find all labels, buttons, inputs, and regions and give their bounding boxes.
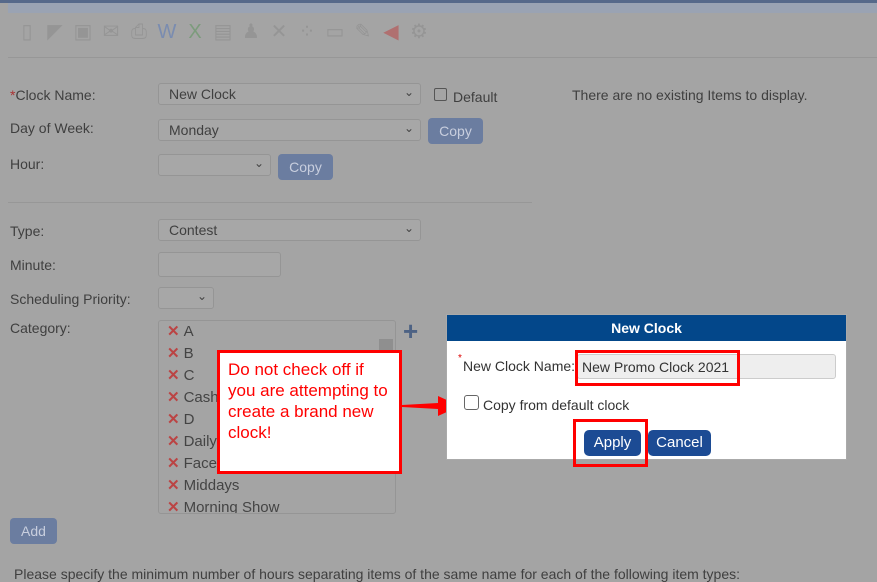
chevron-down-icon: ⌄ [403, 121, 414, 135]
settings-gear-icon[interactable]: ⚙ [408, 20, 430, 44]
new-clock-name-label: New Clock Name: [463, 358, 576, 374]
word-export-icon[interactable]: W [156, 20, 178, 44]
day-select[interactable]: Monday ⌄ [158, 119, 421, 141]
category-name: B [183, 345, 194, 362]
undo-icon[interactable]: ◀ [380, 20, 402, 44]
category-name: Middays [183, 477, 240, 494]
category-item[interactable]: ✕ A [159, 321, 395, 343]
category-name: Face [183, 455, 217, 472]
remove-x-icon[interactable]: ✕ [167, 433, 180, 450]
default-label: Default [453, 89, 498, 105]
link-icon[interactable]: ▭ [324, 20, 346, 44]
new-clock-dialog: New Clock * New Clock Name: New Promo Cl… [446, 314, 847, 467]
excel-export-icon[interactable]: X [184, 20, 206, 44]
apply-button[interactable]: Apply [584, 430, 641, 456]
footer-text: Please specify the minimum number of hou… [14, 566, 741, 582]
pdf-export-icon[interactable]: ▤ [212, 20, 234, 44]
cancel-button[interactable]: Cancel [648, 430, 711, 456]
divider [8, 202, 532, 203]
clock-name-select[interactable]: New Clock ⌄ [158, 83, 421, 105]
category-name: Morning Show [183, 499, 280, 514]
remove-x-icon[interactable]: ✕ [167, 389, 180, 406]
category-name: Daily [183, 433, 217, 450]
sub-bar [8, 3, 877, 13]
minute-label: Minute: [10, 257, 56, 273]
name-highlight-box: New Promo Clock 2021 [575, 350, 740, 386]
toolbar: ▯ ◤ ▣ ✉ ⎙ W X ▤ ♟ ✕ ⁘ ▭ ✎ ◀ ⚙ [16, 20, 430, 44]
hour-select[interactable]: ⌄ [158, 154, 271, 176]
default-checkbox[interactable] [434, 88, 447, 101]
priority-label: Scheduling Priority: [10, 291, 131, 307]
user-icon[interactable]: ♟ [240, 20, 262, 44]
add-category-plus-icon[interactable]: + [403, 316, 418, 347]
footprints-icon[interactable]: ⁘ [296, 20, 318, 44]
notes-icon[interactable]: ✎ [352, 20, 374, 44]
remove-x-icon[interactable]: ✕ [167, 323, 180, 340]
new-doc-icon[interactable]: ▯ [16, 20, 38, 44]
category-label: Category: [10, 320, 71, 336]
category-item[interactable]: ✕ Middays [159, 475, 395, 497]
type-select[interactable]: Contest ⌄ [158, 219, 421, 241]
remove-x-icon[interactable]: ✕ [167, 411, 180, 428]
empty-message: There are no existing Items to display. [572, 87, 808, 103]
print-icon[interactable]: ⎙ [128, 20, 150, 44]
delete-icon[interactable]: ✕ [268, 20, 290, 44]
remove-x-icon[interactable]: ✕ [167, 367, 180, 384]
remove-x-icon[interactable]: ✕ [167, 455, 180, 472]
remove-x-icon[interactable]: ✕ [167, 345, 180, 362]
priority-select[interactable]: ⌄ [158, 287, 214, 309]
copy-day-button[interactable]: Copy [428, 118, 483, 144]
category-name: C [183, 367, 195, 384]
remove-x-icon[interactable]: ✕ [167, 499, 180, 513]
hour-label: Hour: [10, 156, 45, 172]
category-name: Cash [183, 389, 219, 406]
copy-default-label: Copy from default clock [483, 397, 630, 413]
chevron-down-icon: ⌄ [403, 85, 414, 99]
chevron-down-icon: ⌄ [253, 156, 264, 170]
copy-hour-button[interactable]: Copy [278, 154, 333, 180]
clock-name-label: *Clock Name: [10, 87, 96, 103]
add-button[interactable]: Add [10, 518, 57, 544]
type-label: Type: [10, 223, 45, 239]
day-label: Day of Week: [10, 120, 94, 136]
email-icon[interactable]: ✉ [100, 20, 122, 44]
minute-input[interactable] [158, 252, 281, 277]
chevron-down-icon: ⌄ [196, 289, 207, 303]
category-name: D [183, 411, 195, 428]
copy-default-checkbox[interactable] [464, 395, 479, 410]
save-icon[interactable]: ▣ [72, 20, 94, 44]
dialog-title: New Clock [447, 315, 846, 341]
chevron-down-icon: ⌄ [403, 221, 414, 235]
category-name: A [183, 323, 194, 340]
category-item[interactable]: ✕ Morning Show [159, 497, 395, 514]
remove-x-icon[interactable]: ✕ [167, 477, 180, 494]
divider [8, 57, 877, 58]
annotation-callout: Do not check off if you are attempting t… [217, 350, 402, 474]
edit-icon[interactable]: ◤ [44, 20, 66, 44]
